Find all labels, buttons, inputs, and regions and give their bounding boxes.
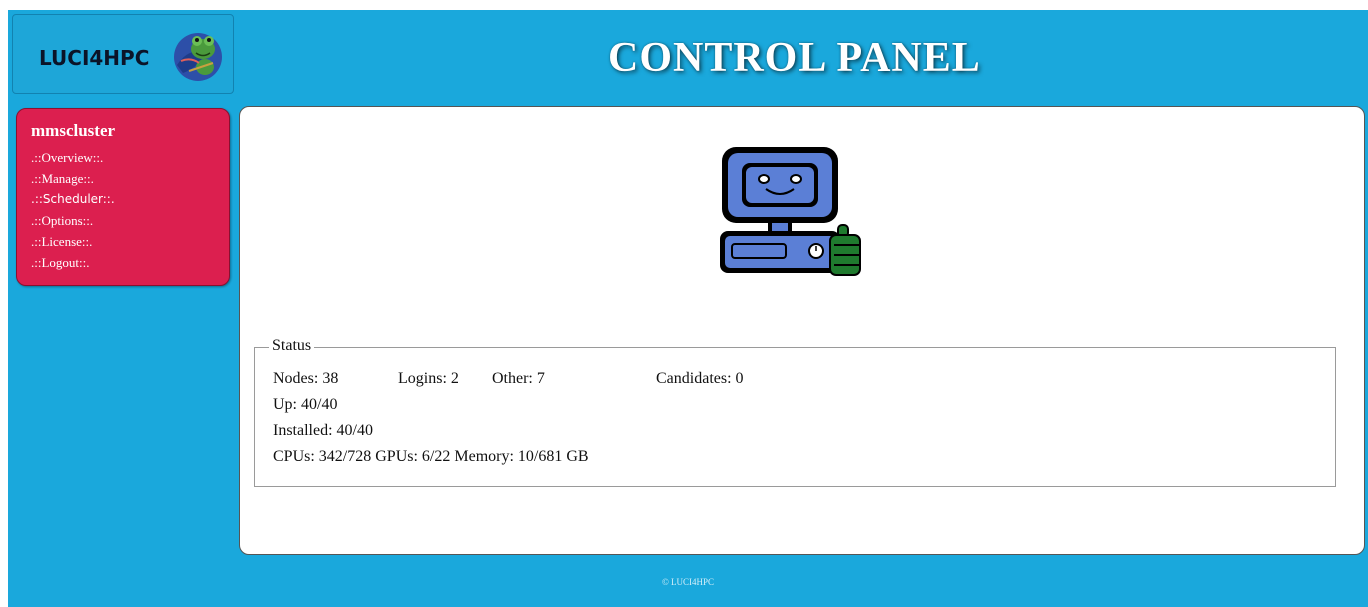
sidebar-item-license[interactable]: .::License::. bbox=[31, 231, 115, 252]
app-window: LUCI4HPC CONTROL PANEL mmscluster .::Ove… bbox=[8, 10, 1368, 607]
footer-copyright: © LUCI4HPC bbox=[661, 577, 715, 587]
sidebar-menu: .::Overview::. .::Manage::. .::Scheduler… bbox=[31, 147, 115, 273]
computer-thumbs-up-icon bbox=[720, 147, 861, 276]
sidebar-item-logout[interactable]: .::Logout::. bbox=[31, 252, 115, 273]
installed-count: Installed: 40/40 bbox=[273, 422, 373, 439]
sidebar-item-scheduler[interactable]: .::Scheduler::. bbox=[31, 189, 115, 210]
logins-count: Logins: 2 bbox=[398, 370, 459, 387]
resources-summary: CPUs: 342/728 GPUs: 6/22 Memory: 10/681 … bbox=[273, 448, 589, 465]
main-panel: Status Nodes: 38 Logins: 2 Other: 7 Cand… bbox=[239, 106, 1365, 555]
logo-text: LUCI4HPC bbox=[39, 46, 150, 70]
nodes-count: Nodes: 38 bbox=[273, 370, 339, 387]
up-count: Up: 40/40 bbox=[273, 396, 338, 413]
frog-mascot-icon bbox=[174, 33, 222, 81]
status-legend: Status bbox=[269, 337, 315, 355]
sidebar-item-manage[interactable]: .::Manage::. bbox=[31, 168, 115, 189]
page-title: CONTROL PANEL bbox=[608, 35, 981, 81]
sidebar-item-options[interactable]: .::Options::. bbox=[31, 210, 115, 231]
other-count: Other: 7 bbox=[492, 370, 545, 387]
logo[interactable]: LUCI4HPC bbox=[12, 14, 234, 94]
sidebar-item-overview[interactable]: .::Overview::. bbox=[31, 147, 115, 168]
cluster-name: mmscluster bbox=[31, 121, 116, 140]
candidates-count: Candidates: 0 bbox=[656, 370, 744, 387]
sidebar: mmscluster .::Overview::. .::Manage::. .… bbox=[16, 108, 230, 286]
status-box: Status Nodes: 38 Logins: 2 Other: 7 Cand… bbox=[254, 337, 1336, 487]
